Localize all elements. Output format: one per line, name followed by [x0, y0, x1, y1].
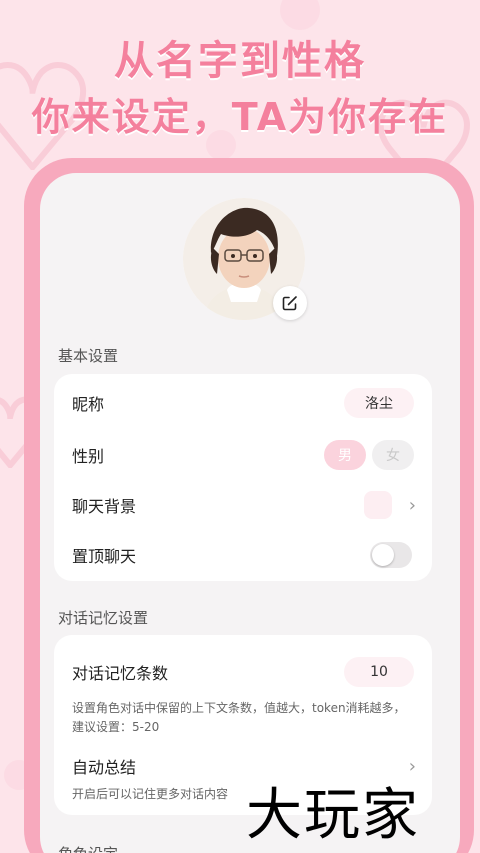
nickname-label: 昵称 — [72, 395, 105, 414]
headline-line-2: 你来设定，TA为你存在 — [31, 95, 449, 139]
chevron-right-icon: › — [408, 494, 416, 516]
memory-count-description-line1: 设置角色对话中保留的上下文条数，值越大，token消耗越多， — [72, 701, 406, 715]
basic-settings-title: 基本设置 — [58, 347, 119, 365]
toggle-knob — [372, 544, 394, 566]
gender-male-option[interactable]: 男 — [324, 440, 366, 470]
avatar-container[interactable] — [183, 198, 307, 320]
gender-female-option[interactable]: 女 — [372, 440, 414, 470]
phone-screen: 基本设置 昵称 洛尘 性别 男 女 聊天背景 › 置顶聊天 对话记忆设置 对话记… — [40, 173, 460, 853]
memory-count-description-line2: 建议设置：5-20 — [72, 720, 160, 734]
memory-settings-title: 对话记忆设置 — [58, 609, 149, 627]
nickname-row[interactable]: 昵称 洛尘 — [54, 378, 432, 428]
memory-count-label: 对话记忆条数 — [72, 664, 169, 683]
chat-background-swatch — [364, 491, 392, 519]
chat-background-label: 聊天背景 — [72, 497, 137, 516]
memory-count-value[interactable]: 10 — [344, 657, 414, 687]
chat-background-row[interactable]: 聊天背景 › — [54, 480, 432, 530]
basic-settings-card: 昵称 洛尘 性别 男 女 聊天背景 › 置顶聊天 — [54, 374, 432, 581]
gender-row: 性别 男 女 — [54, 430, 432, 480]
pin-chat-row: 置顶聊天 — [54, 530, 432, 580]
pin-chat-label: 置顶聊天 — [72, 547, 137, 566]
headline-line-1: 从名字到性格 — [114, 38, 366, 84]
edit-avatar-button[interactable] — [273, 286, 307, 320]
gender-label: 性别 — [72, 447, 105, 466]
edit-square-icon — [282, 296, 297, 311]
pin-chat-toggle[interactable] — [370, 542, 412, 568]
watermark-logo: 大玩家 — [246, 783, 420, 848]
circle-decoration — [280, 0, 320, 30]
nickname-value[interactable]: 洛尘 — [344, 388, 414, 418]
auto-summary-description: 开启后可以记住更多对话内容 — [72, 787, 229, 801]
auto-summary-label: 自动总结 — [72, 758, 137, 777]
memory-count-row[interactable]: 对话记忆条数 10 — [54, 647, 432, 697]
character-settings-title: 角色设定 — [58, 843, 118, 853]
